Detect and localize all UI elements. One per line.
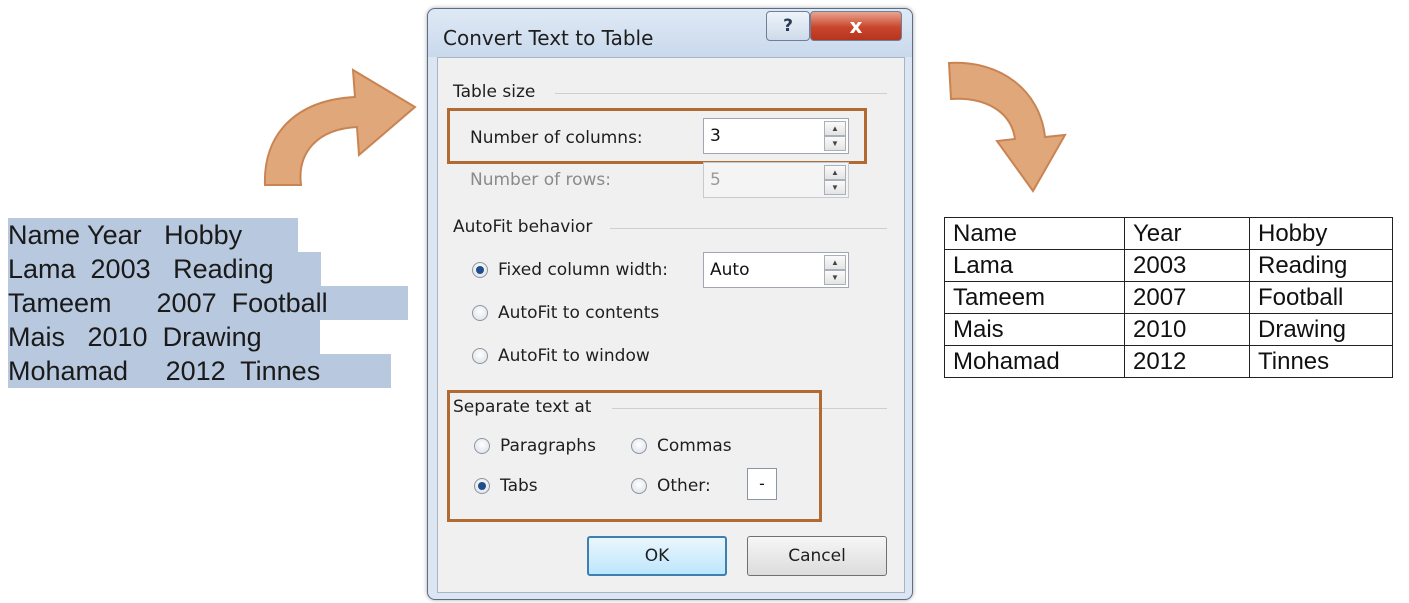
close-icon: x xyxy=(849,14,863,38)
spin-down-icon[interactable]: ▼ xyxy=(824,270,846,285)
close-button[interactable]: x xyxy=(810,11,902,41)
source-line: Lama 2003 Reading xyxy=(8,252,321,286)
columns-highlight-box xyxy=(447,108,867,164)
table-size-heading: Table size xyxy=(453,82,536,102)
table-row: Mais 2010 Drawing xyxy=(944,313,1393,346)
table-row: Mohamad 2012 Tinnes xyxy=(944,345,1393,378)
ok-button[interactable]: OK xyxy=(587,536,727,576)
table-cell: 2003 xyxy=(1124,249,1250,282)
selected-source-text: Name Year Hobby Lama 2003 Reading Tameem… xyxy=(8,218,408,388)
source-line: Mohamad 2012 Tinnes xyxy=(8,354,391,388)
rows-value: 5 xyxy=(710,170,721,190)
radio-icon xyxy=(472,348,488,364)
table-cell: Football xyxy=(1249,281,1393,314)
spin-down-icon: ▼ xyxy=(824,180,846,195)
help-button[interactable]: ? xyxy=(766,11,810,41)
radio-icon xyxy=(472,262,488,278)
table-cell: Year xyxy=(1124,217,1250,250)
dialog-title: Convert Text to Table xyxy=(443,26,654,50)
rows-label: Number of rows: xyxy=(470,170,611,190)
source-line: Name Year Hobby xyxy=(8,218,298,252)
fixed-width-spinner[interactable]: Auto ▲ ▼ xyxy=(703,252,849,288)
table-cell: Lama xyxy=(944,249,1125,282)
table-cell: Drawing xyxy=(1249,313,1393,346)
table-size-divider xyxy=(555,93,887,94)
result-table: Name Year Hobby Lama 2003 Reading Tameem… xyxy=(944,217,1393,378)
separate-highlight-box xyxy=(447,390,822,522)
radio-label: Fixed column width: xyxy=(498,260,669,280)
table-cell: Mohamad xyxy=(944,345,1125,378)
table-cell: Tinnes xyxy=(1249,345,1393,378)
fixed-width-value: Auto xyxy=(710,260,750,280)
table-cell: Name xyxy=(944,217,1125,250)
radio-icon xyxy=(472,305,488,321)
table-cell: Mais xyxy=(944,313,1125,346)
table-row: Lama 2003 Reading xyxy=(944,249,1393,282)
radio-autofit-contents[interactable]: AutoFit to contents xyxy=(472,303,659,323)
spin-up-icon: ▲ xyxy=(824,165,846,180)
rows-spinner: 5 ▲ ▼ xyxy=(703,162,849,198)
source-line: Tameem 2007 Football xyxy=(8,286,408,320)
spin-up-icon[interactable]: ▲ xyxy=(824,255,846,270)
table-cell: Reading xyxy=(1249,249,1393,282)
arrow-curved-down-icon xyxy=(947,61,1067,193)
arrow-curved-right-icon xyxy=(263,68,417,186)
dialog-titlebar[interactable]: Convert Text to Table ? x xyxy=(428,9,912,57)
autofit-heading: AutoFit behavior xyxy=(453,217,593,237)
table-cell: Tameem xyxy=(944,281,1125,314)
table-cell: 2010 xyxy=(1124,313,1250,346)
radio-label: AutoFit to window xyxy=(498,346,650,366)
cancel-button[interactable]: Cancel xyxy=(747,536,887,576)
table-cell: Hobby xyxy=(1249,217,1393,250)
table-cell: 2012 xyxy=(1124,345,1250,378)
radio-autofit-window[interactable]: AutoFit to window xyxy=(472,346,650,366)
table-row: Tameem 2007 Football xyxy=(944,281,1393,314)
radio-label: AutoFit to contents xyxy=(498,303,660,323)
autofit-divider xyxy=(610,228,887,229)
table-row: Name Year Hobby xyxy=(944,217,1393,250)
source-line: Mais 2010 Drawing xyxy=(8,320,320,354)
radio-fixed-column-width[interactable]: Fixed column width: xyxy=(472,260,668,280)
table-cell: 2007 xyxy=(1124,281,1250,314)
help-icon: ? xyxy=(783,16,793,36)
